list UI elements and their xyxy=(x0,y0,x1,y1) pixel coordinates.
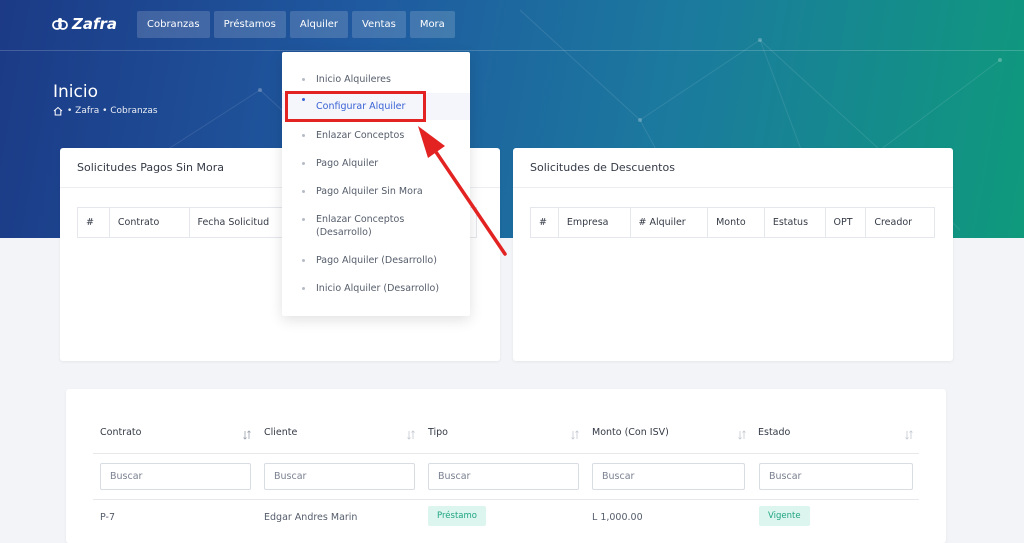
sort-icon[interactable] xyxy=(242,430,252,440)
brand-logo[interactable]: Zafra xyxy=(52,15,117,33)
tipo-badge: Préstamo xyxy=(428,506,486,526)
menu-item-pago-alquiler-desarrollo[interactable]: Pago Alquiler (Desarrollo) xyxy=(282,254,470,267)
nav-prestamos[interactable]: Préstamos xyxy=(213,11,286,38)
col-contrato[interactable]: Contrato xyxy=(100,427,141,438)
home-icon[interactable] xyxy=(53,106,63,116)
menu-item-inicio-alquileres[interactable]: Inicio Alquileres xyxy=(282,73,470,86)
sort-icon[interactable] xyxy=(570,430,580,440)
col-estado[interactable]: Estado xyxy=(758,427,790,438)
menu-item-enlazar-conceptos[interactable]: Enlazar Conceptos xyxy=(282,129,470,142)
breadcrumb: • Zafra • Cobranzas xyxy=(53,106,158,116)
search-monto-input[interactable] xyxy=(592,463,745,490)
col-header: Estatus xyxy=(765,208,826,237)
brand-name: Zafra xyxy=(72,15,118,33)
col-cliente[interactable]: Cliente xyxy=(264,427,297,438)
search-tipo-input[interactable] xyxy=(428,463,579,490)
col-header: # xyxy=(78,208,110,237)
col-header: Monto xyxy=(708,208,765,237)
sort-icon[interactable] xyxy=(904,430,914,440)
card-descuentos: Solicitudes de Descuentos # Empresa # Al… xyxy=(513,148,953,361)
divider xyxy=(93,453,919,454)
col-header: Creador xyxy=(874,217,913,228)
search-contrato-input[interactable] xyxy=(100,463,251,490)
col-header: OPT xyxy=(826,208,867,237)
cell-contrato: P-7 xyxy=(100,512,115,523)
nav-ventas[interactable]: Ventas xyxy=(351,11,406,38)
card-title: Solicitudes de Descuentos xyxy=(513,148,953,188)
col-monto[interactable]: Monto (Con ISV) xyxy=(592,427,669,438)
col-header: # xyxy=(531,208,559,237)
logo-icon xyxy=(52,18,68,30)
nav-mora[interactable]: Mora xyxy=(409,11,455,38)
menu-item-pago-alquiler[interactable]: Pago Alquiler xyxy=(282,157,470,170)
col-header: # Alquiler xyxy=(631,208,709,237)
menu-item-inicio-alquiler-desarrollo[interactable]: Inicio Alquiler (Desarrollo) xyxy=(282,282,470,295)
col-header: Empresa xyxy=(559,208,631,237)
menu-item-pago-alquiler-sin-mora[interactable]: Pago Alquiler Sin Mora xyxy=(282,185,470,198)
page-title: Inicio xyxy=(53,82,98,102)
descuentos-table-header: # Empresa # Alquiler Monto Estatus OPT C… xyxy=(530,207,935,238)
cell-cliente: Edgar Andres Marin xyxy=(264,512,358,523)
col-header: Contrato xyxy=(110,208,190,237)
top-nav: Cobranzas Préstamos Alquiler Ventas Mora xyxy=(137,11,455,38)
menu-item-enlazar-conceptos-desarrollo[interactable]: Enlazar Conceptos (Desarrollo) xyxy=(282,213,432,239)
search-cliente-input[interactable] xyxy=(264,463,415,490)
breadcrumb-trail[interactable]: • Zafra • Cobranzas xyxy=(67,106,158,116)
col-tipo[interactable]: Tipo xyxy=(428,427,448,438)
nav-alquiler[interactable]: Alquiler xyxy=(289,11,348,38)
divider xyxy=(93,499,919,500)
sort-icon[interactable] xyxy=(406,430,416,440)
search-estado-input[interactable] xyxy=(759,463,913,490)
sort-icon[interactable] xyxy=(737,430,747,440)
status-badge: Vigente xyxy=(759,506,810,526)
nav-cobranzas[interactable]: Cobranzas xyxy=(137,11,210,38)
cell-monto: L 1,000.00 xyxy=(592,512,643,523)
highlight-box xyxy=(285,91,426,122)
header-divider xyxy=(0,50,1024,51)
